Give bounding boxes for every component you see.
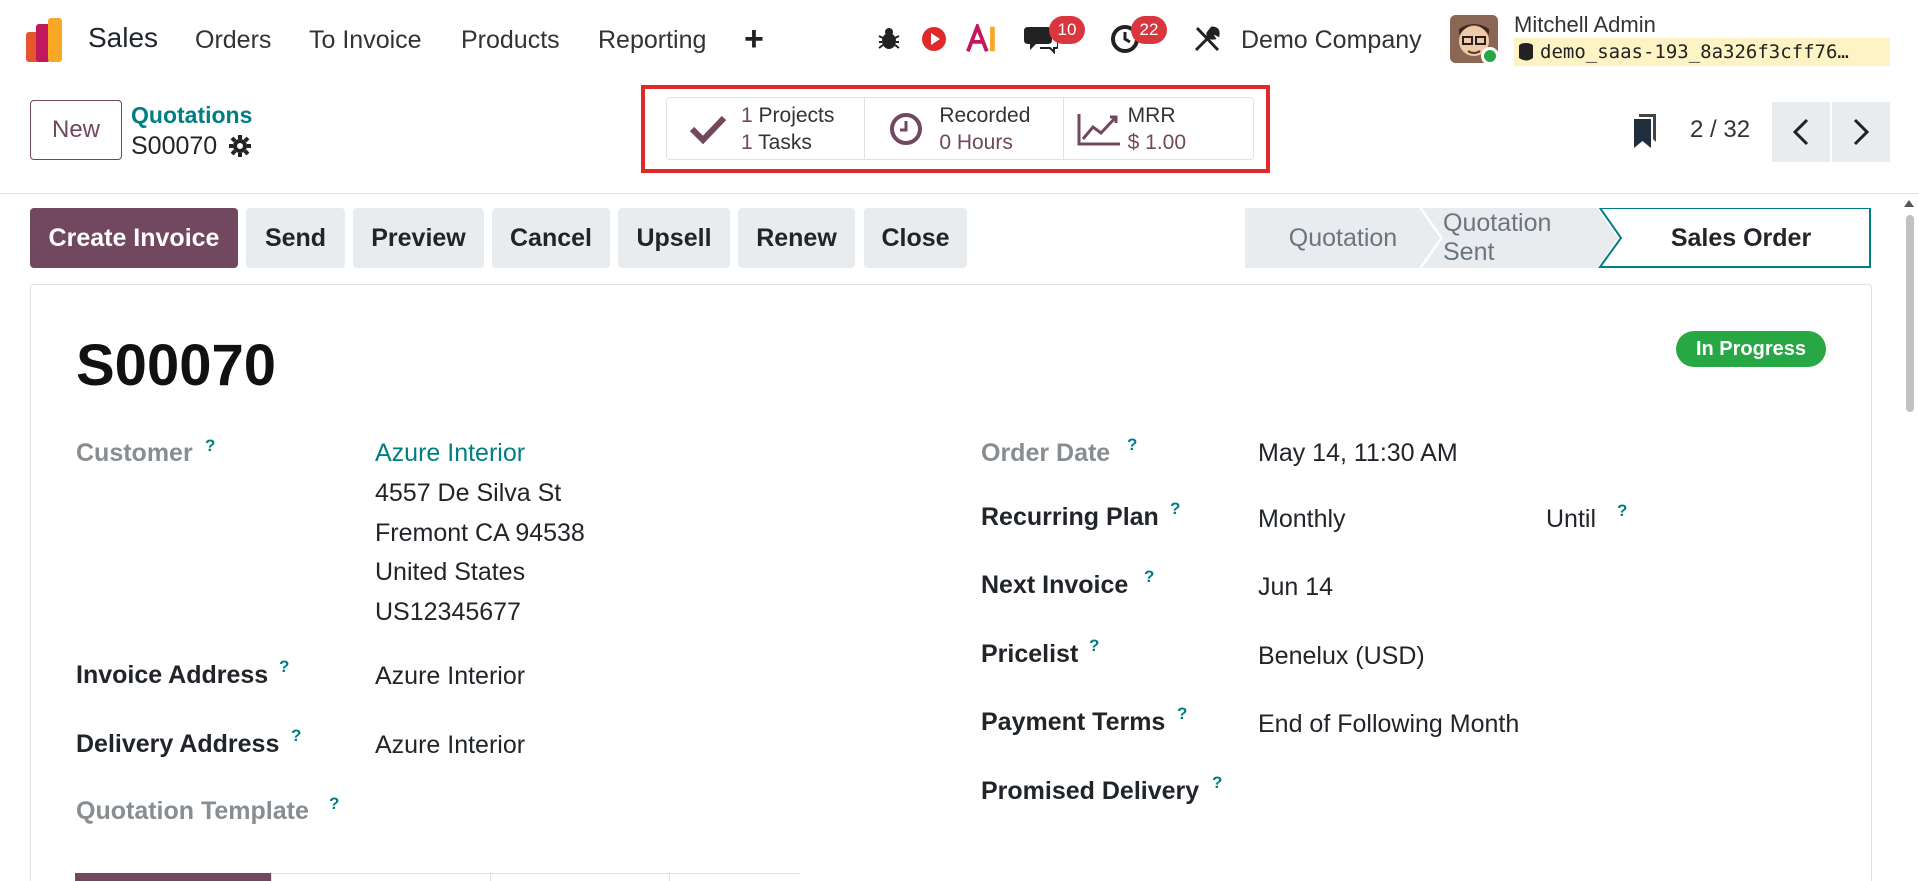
pager-value[interactable]: 2 / 32 <box>1690 116 1750 144</box>
customer-city: Fremont CA 94538 <box>375 519 585 547</box>
pager-previous-button[interactable] <box>1772 102 1830 162</box>
scrollbar-thumb[interactable] <box>1906 215 1914 412</box>
renew-button[interactable]: Renew <box>738 208 855 268</box>
tab-divider <box>669 873 670 881</box>
bug-icon[interactable] <box>872 22 906 56</box>
company-switcher[interactable]: Demo Company <box>1241 26 1422 55</box>
record-play-icon[interactable] <box>917 22 951 56</box>
tasks-label: Tasks <box>758 130 812 154</box>
chevron-right-icon <box>1853 118 1870 146</box>
invoice-address-help-icon[interactable]: ? <box>279 657 289 677</box>
promised-delivery-help-icon[interactable]: ? <box>1212 773 1222 793</box>
clock-icon <box>885 108 927 150</box>
customer-vat: US12345677 <box>375 598 521 626</box>
breadcrumb-record-name: S00070 <box>131 132 218 160</box>
customer-street: 4557 De Silva St <box>375 479 562 507</box>
customer-label: Customer <box>76 439 193 467</box>
close-button[interactable]: Close <box>864 208 967 268</box>
promised-delivery-label: Promised Delivery <box>981 777 1200 805</box>
projects-label: Projects <box>758 103 835 127</box>
menu-to-invoice[interactable]: To Invoice <box>309 26 422 55</box>
delivery-address-field[interactable]: Azure Interior <box>375 731 525 760</box>
online-status-dot <box>1481 47 1499 65</box>
next-invoice-label: Next Invoice <box>981 571 1129 599</box>
customer-country: United States <box>375 558 526 586</box>
settings-tools-icon[interactable] <box>1190 22 1224 56</box>
until-label: Until <box>1546 505 1597 533</box>
app-name[interactable]: Sales <box>88 22 158 54</box>
sales-app-icon[interactable] <box>26 18 70 62</box>
upsell-button[interactable]: Upsell <box>618 208 730 268</box>
delivery-address-help-icon[interactable]: ? <box>291 726 301 746</box>
customer-link[interactable]: Azure Interior <box>375 439 525 468</box>
next-invoice-field[interactable]: Jun 14 <box>1258 573 1333 602</box>
menu-products[interactable]: Products <box>461 26 560 55</box>
payment-terms-field[interactable]: End of Following Month <box>1258 710 1519 739</box>
tab-active-indicator[interactable] <box>75 873 272 881</box>
record-title: S00070 <box>76 333 276 398</box>
scroll-up-icon[interactable] <box>1903 198 1915 208</box>
customer-help-icon[interactable]: ? <box>205 436 215 456</box>
pricelist-help-icon[interactable]: ? <box>1089 636 1099 656</box>
stage-quotation[interactable]: Quotation <box>1263 208 1423 268</box>
control-panel: New Quotations S00070 1 Projects 1 Tasks… <box>0 82 1919 194</box>
next-invoice-help-icon[interactable]: ? <box>1144 567 1154 587</box>
menu-orders[interactable]: Orders <box>195 26 271 55</box>
ai-icon[interactable] <box>966 22 1000 56</box>
order-date-help-icon[interactable]: ? <box>1127 435 1137 455</box>
stage-sales-order[interactable]: Sales Order <box>1621 208 1861 268</box>
gear-icon[interactable] <box>228 134 252 158</box>
messages-count-badge: 10 <box>1049 16 1085 44</box>
menu-reporting[interactable]: Reporting <box>598 26 706 55</box>
bookmark-icon[interactable] <box>1632 114 1658 148</box>
order-date-field[interactable]: May 14, 11:30 AM <box>1258 439 1458 468</box>
until-help-icon[interactable]: ? <box>1617 501 1627 521</box>
smart-buttons: 1 Projects 1 Tasks Recorded 0 Hours MRR … <box>666 97 1254 160</box>
payment-terms-label: Payment Terms <box>981 708 1166 736</box>
form-sheet <box>30 284 1872 881</box>
recurring-plan-field[interactable]: Monthly <box>1258 505 1346 534</box>
projects-count: 1 <box>741 103 753 127</box>
activities-count-badge: 22 <box>1131 16 1167 44</box>
order-date-label: Order Date <box>981 439 1111 467</box>
quotation-template-help-icon[interactable]: ? <box>329 794 339 814</box>
preview-button[interactable]: Preview <box>353 208 484 268</box>
recurring-plan-help-icon[interactable]: ? <box>1170 499 1180 519</box>
tasks-count: 1 <box>741 130 753 154</box>
plus-icon[interactable]: + <box>744 20 764 59</box>
pricelist-field[interactable]: Benelux (USD) <box>1258 642 1425 671</box>
mrr-label: MRR <box>1127 103 1176 127</box>
stage-quotation-sent[interactable]: Quotation Sent <box>1443 208 1601 268</box>
create-invoice-button[interactable]: Create Invoice <box>30 208 238 268</box>
breadcrumb-quotations[interactable]: Quotations <box>131 102 252 129</box>
invoice-address-field[interactable]: Azure Interior <box>375 662 525 691</box>
tab-divider <box>271 873 272 881</box>
send-button[interactable]: Send <box>246 208 345 268</box>
database-name: demo_saas-193_8a326f3cff76… <box>1514 38 1890 66</box>
recorded-label: Recorded <box>939 103 1031 127</box>
user-name[interactable]: Mitchell Admin <box>1514 12 1656 38</box>
invoice-address-label: Invoice Address <box>76 661 269 689</box>
chevron-left-icon <box>1792 118 1809 146</box>
checkmark-icon <box>687 108 729 150</box>
cancel-button[interactable]: Cancel <box>492 208 610 268</box>
top-navbar: Sales Orders To Invoice Products Reporti… <box>0 0 1919 82</box>
delivery-address-label: Delivery Address <box>76 730 280 758</box>
recorded-value: 0 Hours <box>939 130 1013 154</box>
recorded-hours-smart-button[interactable]: Recorded 0 Hours <box>865 98 1064 159</box>
tab-divider <box>490 873 491 881</box>
mrr-value: $ 1.00 <box>1127 130 1187 154</box>
new-button[interactable]: New <box>30 100 122 160</box>
database-label: demo_saas-193_8a326f3cff76… <box>1540 41 1849 63</box>
payment-terms-help-icon[interactable]: ? <box>1177 704 1187 724</box>
quotation-template-label: Quotation Template <box>76 797 309 825</box>
mrr-smart-button[interactable]: MRR $ 1.00 <box>1064 98 1253 159</box>
recurring-plan-label: Recurring Plan <box>981 503 1159 531</box>
status-badge: In Progress <box>1676 331 1826 367</box>
pricelist-label: Pricelist <box>981 640 1079 668</box>
pager-next-button[interactable] <box>1832 102 1890 162</box>
database-icon <box>1519 43 1533 61</box>
line-chart-icon <box>1076 108 1122 150</box>
projects-tasks-smart-button[interactable]: 1 Projects 1 Tasks <box>667 98 866 159</box>
